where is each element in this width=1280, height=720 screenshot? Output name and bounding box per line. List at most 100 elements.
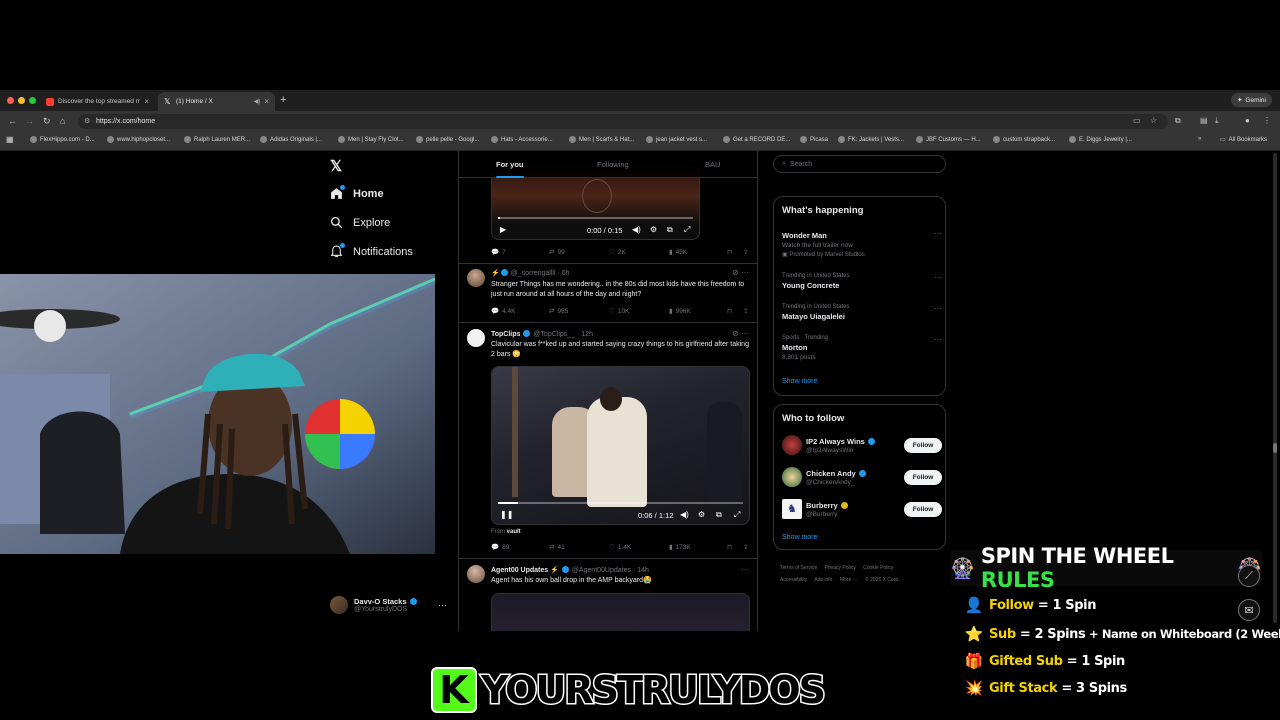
close-tab-icon[interactable]: × <box>144 97 149 106</box>
forward-icon[interactable]: → <box>25 116 34 126</box>
browser-tab-active[interactable]: 𝕏 (1) Home / X ◀) × <box>158 92 275 111</box>
bookmark-item[interactable]: www.hiphopcloset... <box>107 136 170 143</box>
bookmark-item[interactable]: FlexHippo.com - D... <box>30 136 95 143</box>
bookmarks-overflow-icon[interactable]: » <box>1198 136 1201 142</box>
play-icon[interactable]: ▶ <box>500 225 506 234</box>
follow-suggestion[interactable]: ♞ Burberry @Burberry Follow <box>782 499 942 521</box>
more-icon[interactable]: ⊘ ··· <box>732 329 749 338</box>
share-icon[interactable]: ⇪ <box>743 307 748 315</box>
reply-button[interactable]: 💬 89 <box>491 543 509 552</box>
video-player[interactable] <box>491 593 750 631</box>
views-button[interactable]: ▮ 45K <box>669 248 687 257</box>
bookmark-item[interactable]: custom strapback... <box>993 136 1055 143</box>
bookmark-item[interactable]: Men | Scarfs & Hat... <box>569 136 634 143</box>
bookmark-item[interactable]: Hats - Accessorie... <box>491 136 553 143</box>
footer-link[interactable]: Ads info <box>814 577 832 583</box>
share-icon[interactable]: ⇪ <box>743 543 748 551</box>
trend-item[interactable]: Sports · Trending Morton 8,801 posts ··· <box>782 335 942 361</box>
close-tab-icon[interactable]: × <box>264 97 269 106</box>
more-icon[interactable]: ··· <box>741 565 749 574</box>
browser-menu-icon[interactable]: ⋮ <box>1263 116 1271 125</box>
grok-side-icon[interactable]: ⟋ <box>1238 565 1260 587</box>
share-icon[interactable]: ⇪ <box>743 248 748 256</box>
footer-link[interactable]: Privacy Policy <box>825 565 856 571</box>
repost-button[interactable]: ⇄ 99 <box>549 248 565 257</box>
video-progress-bar[interactable] <box>498 217 693 219</box>
gemini-button[interactable]: ✦ Gemini <box>1230 93 1272 107</box>
messages-icon[interactable]: ✉ <box>1238 599 1260 621</box>
bookmark-item[interactable]: JBF Customs — H... <box>916 136 981 143</box>
search-input[interactable]: ⌕ Search <box>773 155 946 173</box>
bookmark-star-icon[interactable]: ☆ <box>1150 116 1157 125</box>
zoom-window-dot[interactable] <box>29 97 36 104</box>
extensions-icon[interactable]: ⧉ <box>1175 116 1181 126</box>
trend-item[interactable]: Wonder Man Watch the full trailer now ▣ … <box>782 229 942 258</box>
pip-icon[interactable]: ⧉ <box>667 225 673 235</box>
new-tab-button[interactable]: + <box>280 94 286 106</box>
nav-home[interactable]: Home <box>330 185 384 200</box>
video-player[interactable]: ❚❚ 0:06 / 1:12 ◀) ⚙ ⧉ ⤢ <box>491 366 750 525</box>
more-icon[interactable]: ··· <box>934 229 942 238</box>
views-button[interactable]: ▮ 173K <box>669 543 691 552</box>
like-button[interactable]: ♡ 1.4K <box>609 543 631 552</box>
show-more-link[interactable]: Show more <box>782 378 817 385</box>
bookmark-icon[interactable]: ⊓ <box>727 307 732 315</box>
repost-button[interactable]: ⇄ 965 <box>549 307 568 316</box>
pause-icon[interactable]: ❚❚ <box>500 510 513 519</box>
more-icon[interactable]: ··· <box>934 335 942 344</box>
trend-item[interactable]: Trending in United States Matayo Uiagale… <box>782 304 942 321</box>
fullscreen-icon[interactable]: ⤢ <box>734 510 740 520</box>
bookmark-icon[interactable]: ⊓ <box>727 248 732 256</box>
footer-link[interactable]: More ··· <box>840 577 858 583</box>
browser-tab[interactable]: Discover the top streamed m × <box>40 92 155 111</box>
follow-button[interactable]: Follow <box>904 502 942 517</box>
close-window-dot[interactable] <box>7 97 14 104</box>
tab-bau[interactable]: BAU <box>705 160 720 169</box>
x-logo-icon[interactable]: 𝕏 <box>330 157 342 175</box>
avatar[interactable] <box>467 329 485 347</box>
follow-button[interactable]: Follow <box>904 470 942 485</box>
tab-following[interactable]: Following <box>597 160 629 169</box>
follow-button[interactable]: Follow <box>904 438 942 453</box>
bookmark-item[interactable]: Picasa <box>800 136 828 143</box>
repost-button[interactable]: ⇄ 41 <box>549 543 565 552</box>
url-field[interactable]: ⚙ https://x.com/home <box>78 114 1168 129</box>
more-icon[interactable]: ··· <box>438 600 447 610</box>
settings-icon[interactable]: ⚙ <box>698 510 705 519</box>
bookmark-item[interactable]: Get a RECORD DE... <box>723 136 790 143</box>
minimize-window-dot[interactable] <box>18 97 25 104</box>
bookmark-item[interactable]: jean jacket vest s... <box>646 136 707 143</box>
pip-icon[interactable]: ⧉ <box>716 510 722 520</box>
bookmark-item[interactable]: FK: Jackets | Vests... <box>838 136 904 143</box>
bookmark-item[interactable]: Men | Stay Fly Clot... <box>338 136 404 143</box>
more-icon[interactable]: ··· <box>934 273 942 282</box>
apps-grid-icon[interactable]: ▦ <box>6 135 14 144</box>
downloads-icon[interactable]: ⤓ <box>1215 116 1219 126</box>
avatar[interactable] <box>467 269 485 287</box>
reply-button[interactable]: 💬 7 <box>491 248 506 257</box>
page-scrollbar[interactable] <box>1273 153 1277 623</box>
fullscreen-icon[interactable]: ⤢ <box>684 225 690 235</box>
home-icon[interactable]: ⌂ <box>60 116 65 126</box>
follow-suggestion[interactable]: Chicken Andy @ChickenAndy_ Follow <box>782 467 942 489</box>
reply-button[interactable]: 💬 4.4K <box>491 307 515 316</box>
reload-icon[interactable]: ↻ <box>43 116 51 127</box>
bookmark-item[interactable]: E. Diggs Jewelry |... <box>1069 136 1132 143</box>
side-panel-icon[interactable]: ▤ <box>1200 116 1208 125</box>
video-progress-bar[interactable] <box>498 502 743 504</box>
views-button[interactable]: ▮ 996K <box>669 307 691 316</box>
show-more-link[interactable]: Show more <box>782 534 817 541</box>
tab-for-you[interactable]: For you <box>496 160 524 178</box>
bookmark-item[interactable]: pelle pelle - Googl... <box>416 136 479 143</box>
follow-suggestion[interactable]: IP2 Always Wins @Ip2AlwaysWin Follow <box>782 435 942 457</box>
avatar[interactable] <box>467 565 485 583</box>
nav-explore[interactable]: Explore <box>330 216 390 229</box>
source-link[interactable]: vault <box>507 529 521 535</box>
bookmark-item[interactable]: Ralph Lauren MER... <box>184 136 250 143</box>
footer-link[interactable]: Accessibility <box>780 577 807 583</box>
bookmark-item[interactable]: Adidas Originals |... <box>260 136 322 143</box>
like-button[interactable]: ♡ 10K <box>609 307 629 316</box>
footer-link[interactable]: Terms of Service <box>780 565 817 571</box>
scrollbar-thumb[interactable] <box>1273 443 1277 453</box>
more-icon[interactable]: ··· <box>934 304 942 313</box>
